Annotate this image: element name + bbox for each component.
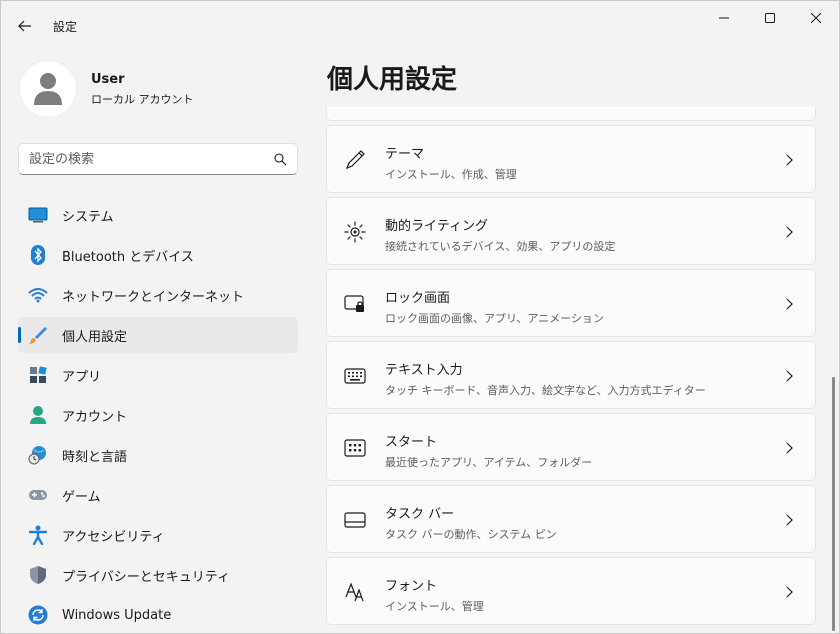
chevron-right-icon	[783, 153, 795, 167]
shield-icon	[28, 565, 48, 585]
update-icon	[28, 605, 48, 625]
maximize-button[interactable]	[747, 1, 793, 35]
sidebar-item-label: ゲーム	[62, 489, 101, 505]
card-taskbar[interactable]: タスク バー タスク バーの動作、システム ピン	[326, 485, 816, 553]
sidebar-item-label: Bluetooth とデバイス	[62, 249, 194, 265]
sidebar-item-label: プライバシーとセキュリティ	[62, 569, 230, 585]
time-language-icon	[28, 445, 48, 465]
title-bar: 設定	[1, 1, 839, 49]
chevron-right-icon	[783, 369, 795, 383]
sidebar-item-label: アカウント	[62, 409, 128, 425]
chevron-right-icon	[783, 441, 795, 455]
sidebar-item-privacy[interactable]: プライバシーとセキュリティ	[18, 557, 298, 593]
sidebar-item-time-language[interactable]: 時刻と言語	[18, 437, 298, 473]
chevron-right-icon	[783, 585, 795, 599]
user-avatar-icon	[34, 73, 62, 105]
card-subtitle: 接続されているデバイス、効果、アプリの設定	[385, 240, 616, 253]
card-subtitle: ロック画面の画像、アプリ、アニメーション	[385, 312, 604, 325]
minimize-icon	[719, 17, 729, 19]
start-icon	[344, 437, 366, 459]
account-icon	[28, 405, 48, 425]
previous-card-edge[interactable]	[326, 107, 816, 121]
sidebar-item-windows-update[interactable]: Windows Update	[18, 597, 298, 633]
chevron-right-icon	[783, 297, 795, 311]
search-input[interactable]	[29, 151, 274, 167]
sidebar-item-label: ネットワークとインターネット	[62, 289, 245, 305]
sidebar-item-accounts[interactable]: アカウント	[18, 397, 298, 433]
apps-icon	[28, 365, 48, 385]
card-title: テーマ	[385, 147, 425, 162]
brush-icon	[28, 325, 48, 345]
sidebar-nav: システム Bluetooth とデバイス ネットワークとインターネット 個人用設…	[18, 197, 298, 634]
user-profile[interactable]: User ローカル アカウント	[19, 59, 194, 119]
close-button[interactable]	[793, 1, 839, 35]
sidebar-item-accessibility[interactable]: アクセシビリティ	[18, 517, 298, 553]
card-start[interactable]: スタート 最近使ったアプリ、アイテム、フォルダー	[326, 413, 816, 481]
user-name: User	[91, 71, 125, 87]
sidebar-item-network[interactable]: ネットワークとインターネット	[18, 277, 298, 313]
minimize-button[interactable]	[701, 1, 747, 35]
sidebar-item-gaming[interactable]: ゲーム	[18, 477, 298, 513]
sidebar-item-system[interactable]: システム	[18, 197, 298, 233]
pen-icon	[344, 149, 366, 171]
settings-window: 設定 User ローカル アカウント 設定の検索 システム Bluetooth …	[0, 0, 840, 634]
card-subtitle: タッチ キーボード、音声入力、絵文字など、入力方式エディター	[385, 384, 706, 397]
card-subtitle: 最近使ったアプリ、アイテム、フォルダー	[385, 456, 593, 469]
vertical-scrollbar[interactable]	[832, 377, 835, 631]
sidebar-item-bluetooth[interactable]: Bluetooth とデバイス	[18, 237, 298, 273]
system-icon	[28, 205, 48, 225]
search-box	[18, 143, 298, 175]
sidebar-item-personalization[interactable]: 個人用設定	[18, 317, 298, 353]
avatar	[19, 60, 77, 118]
accessibility-icon	[28, 525, 48, 545]
wifi-icon	[28, 285, 48, 305]
card-subtitle: タスク バーの動作、システム ピン	[385, 528, 557, 541]
sidebar-item-label: 個人用設定	[62, 329, 128, 345]
card-title: ロック画面	[385, 291, 451, 306]
keyboard-icon	[344, 365, 366, 387]
sidebar-item-label: 時刻と言語	[62, 449, 128, 465]
card-dynamic-lighting[interactable]: 動的ライティング 接続されているデバイス、効果、アプリの設定	[326, 197, 816, 265]
bluetooth-icon	[28, 245, 48, 265]
card-subtitle: インストール、管理	[385, 600, 484, 613]
lock-screen-icon	[344, 293, 366, 315]
card-title: テキスト入力	[385, 363, 463, 378]
chevron-right-icon	[783, 513, 795, 527]
card-title: フォント	[385, 579, 438, 594]
close-icon	[811, 13, 821, 23]
card-title: タスク バー	[385, 507, 455, 522]
card-text-input[interactable]: テキスト入力 タッチ キーボード、音声入力、絵文字など、入力方式エディター	[326, 341, 816, 409]
taskbar-icon	[344, 509, 366, 531]
sidebar-item-label: アクセシビリティ	[62, 529, 165, 545]
account-type: ローカル アカウント	[91, 92, 194, 106]
settings-list: テーマ インストール、作成、管理 動的ライティング 接続されているデバイス、効果…	[326, 107, 816, 634]
card-themes[interactable]: テーマ インストール、作成、管理	[326, 125, 816, 193]
back-button[interactable]	[11, 12, 39, 40]
lighting-icon	[344, 221, 366, 243]
sidebar-item-apps[interactable]: アプリ	[18, 357, 298, 393]
font-icon	[344, 581, 366, 603]
card-fonts[interactable]: フォント インストール、管理	[326, 557, 816, 625]
sidebar-item-label: システム	[62, 209, 114, 225]
maximize-icon	[765, 13, 775, 23]
chevron-right-icon	[783, 225, 795, 239]
card-subtitle: インストール、作成、管理	[385, 168, 517, 181]
gamepad-icon	[28, 485, 48, 505]
card-title: スタート	[385, 435, 438, 450]
sidebar-item-label: Windows Update	[62, 607, 172, 623]
card-title: 動的ライティング	[385, 219, 488, 234]
app-title: 設定	[53, 20, 78, 34]
page-title: 個人用設定	[327, 65, 458, 95]
search-icon[interactable]	[274, 152, 287, 166]
card-lock-screen[interactable]: ロック画面 ロック画面の画像、アプリ、アニメーション	[326, 269, 816, 337]
back-arrow-icon	[18, 20, 31, 32]
sidebar-item-label: アプリ	[62, 369, 102, 385]
